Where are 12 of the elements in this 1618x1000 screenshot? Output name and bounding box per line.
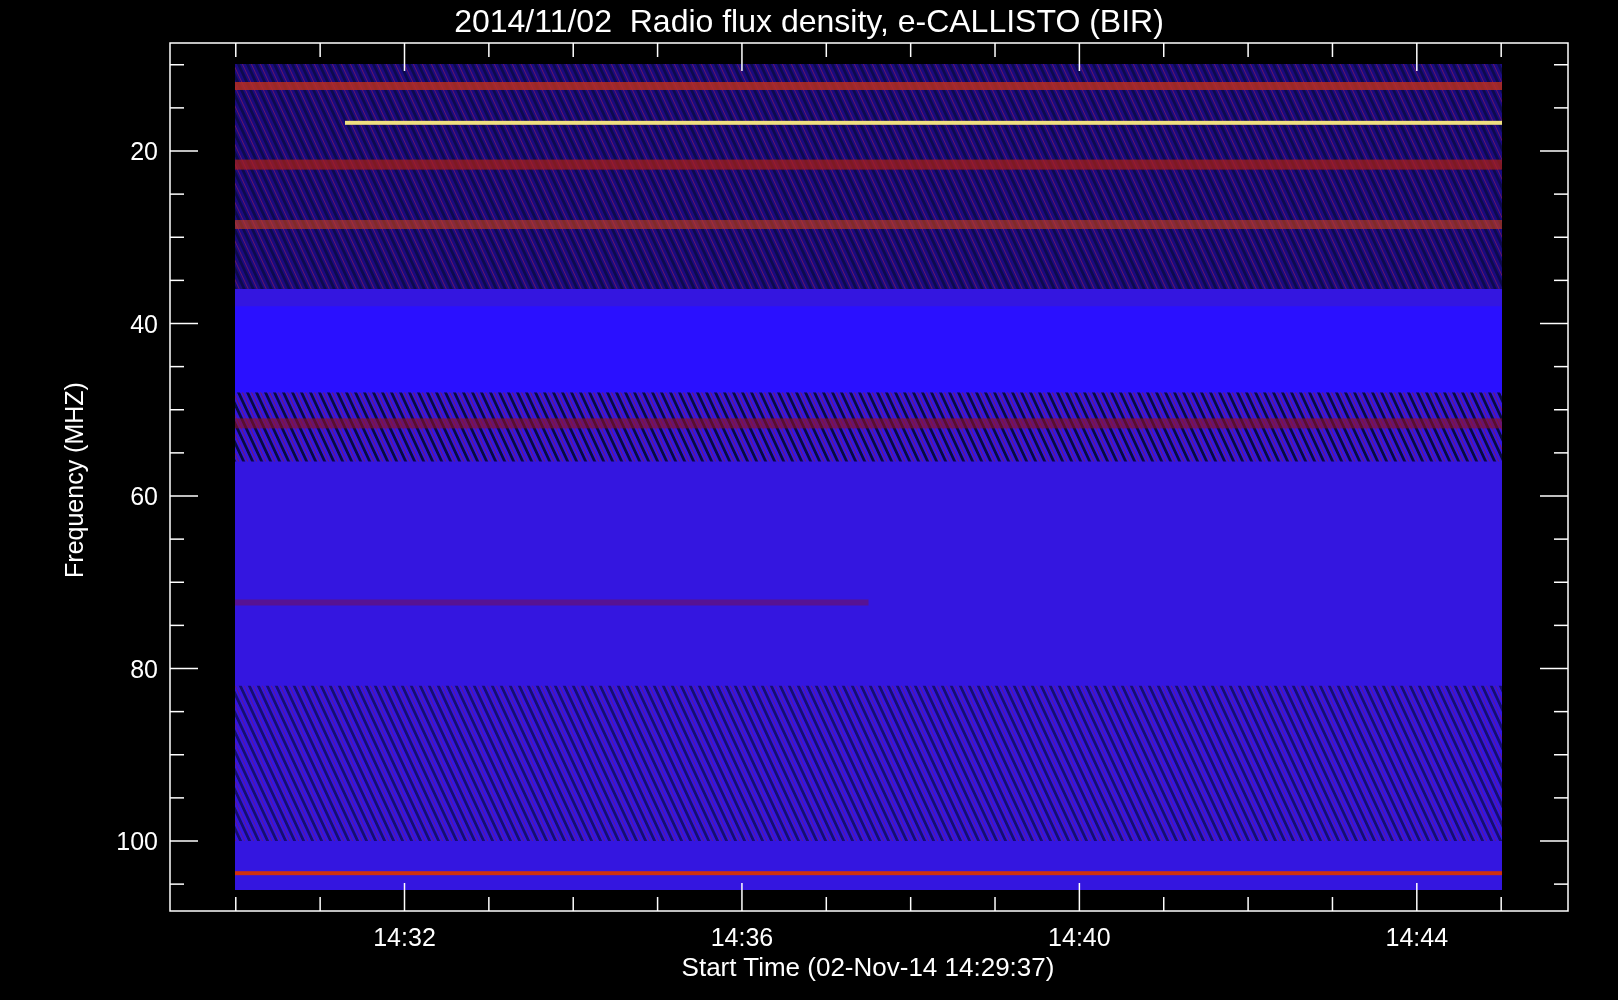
axis-tick-label: 20 bbox=[130, 137, 158, 165]
axis-tick-label: 40 bbox=[130, 309, 158, 338]
axis-tick-label: 14:44 bbox=[1385, 923, 1449, 951]
axis-tick-label: 60 bbox=[130, 482, 158, 510]
axis-tick-label: 100 bbox=[116, 827, 158, 855]
axis-tick-label: 14:36 bbox=[710, 923, 774, 951]
axis-tick-label: 14:32 bbox=[373, 923, 436, 951]
axis-title: Frequency (MHZ) bbox=[60, 382, 88, 578]
axis-tick-label: 14:40 bbox=[1048, 923, 1111, 951]
axis-title: Start Time (02-Nov-14 14:29:37) bbox=[681, 952, 1055, 982]
chart-title: 2014/11/02 Radio flux density, e-CALLISTO (BIR) bbox=[454, 3, 1164, 39]
axis-tick-label: 80 bbox=[130, 654, 158, 683]
